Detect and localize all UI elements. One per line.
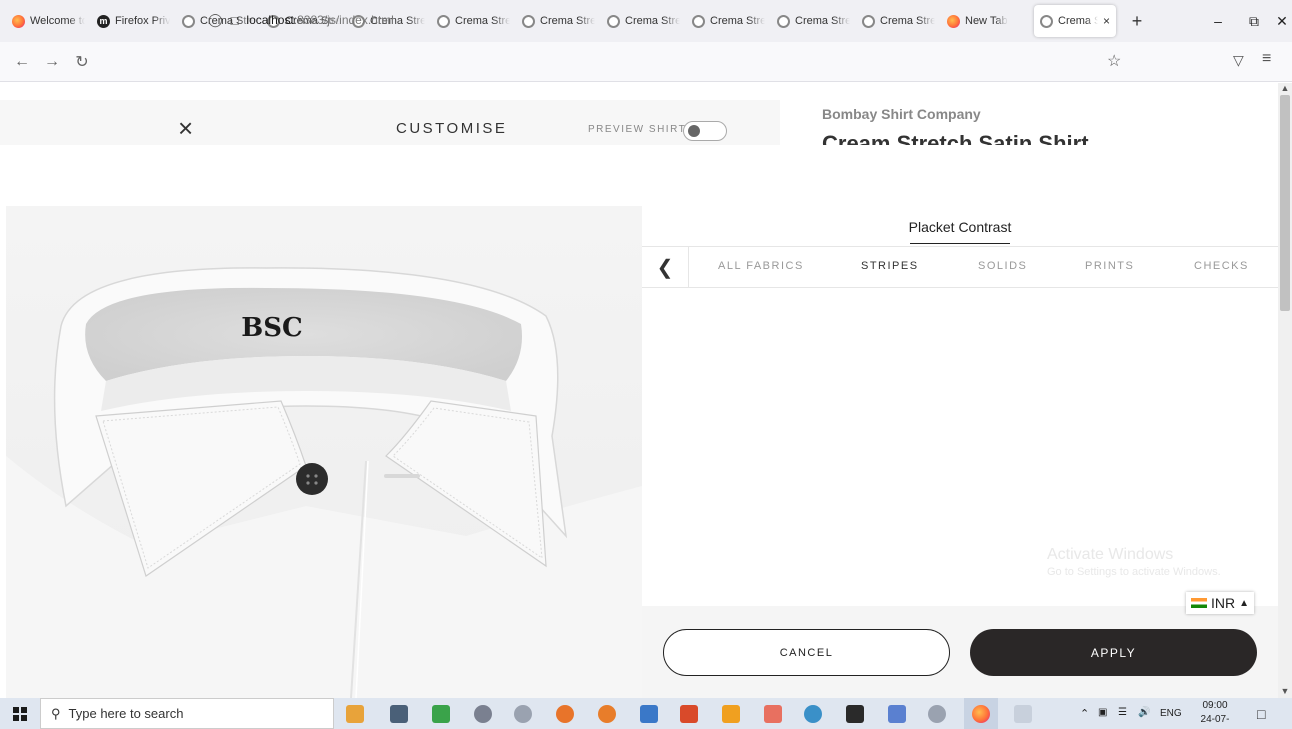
india-flag-icon (1191, 598, 1207, 608)
tab-all-fabrics[interactable]: ALL FABRICS (718, 260, 804, 272)
pocket-icon[interactable]: ▽ (1233, 52, 1244, 69)
tab-prints[interactable]: PRINTS (1085, 260, 1134, 272)
toggle-knob (688, 125, 700, 137)
tab-stripes[interactable]: STRIPES (861, 260, 919, 272)
eclipse-icon[interactable] (598, 705, 616, 723)
shirt-image: BSC (6, 206, 642, 698)
tray-chevron-icon[interactable]: ⌃ (1080, 707, 1089, 720)
brave-icon[interactable] (680, 705, 698, 723)
browser-tab[interactable]: Welcome to (6, 5, 91, 37)
shirt-preview: BSC (6, 206, 642, 698)
url-host: localhost (246, 13, 294, 27)
shield-icon: ◯ (208, 12, 223, 27)
crema-icon (182, 14, 195, 28)
volume-icon[interactable]: 🔊 (1138, 707, 1150, 718)
nav-bar: ← → ↻ (0, 42, 1292, 82)
clock-time: 09:00 (1202, 700, 1228, 711)
page-content: × CUSTOMISE PREVIEW SHIRT Bombay Shirt C… (0, 83, 1278, 698)
spreadsheet-icon[interactable] (432, 705, 450, 723)
ide-icon[interactable] (804, 705, 822, 723)
firefox-taskbar-icon[interactable] (972, 705, 990, 723)
network-app-icon[interactable] (514, 705, 532, 723)
customise-panel: Placket Contrast ❮ ALL FABRICS STRIPES S… (642, 206, 1278, 698)
battery-icon[interactable]: ▣ (1098, 707, 1107, 718)
tab-checks[interactable]: CHECKS (1194, 260, 1249, 272)
sublime-icon[interactable] (722, 705, 740, 723)
reload-icon[interactable]: ↻ (70, 52, 94, 72)
bookmark-star-icon[interactable]: ☆ (1107, 51, 1121, 71)
collar-label: BSC (241, 313, 302, 343)
firefox-icon (12, 14, 25, 28)
panel-title: Placket Contrast (908, 219, 1012, 235)
preview-shirt-label: PREVIEW SHIRT (588, 124, 687, 135)
close-icon[interactable]: × (178, 113, 193, 144)
back-chevron-icon[interactable]: ❮ (642, 247, 689, 287)
chrome-icon[interactable] (556, 705, 574, 723)
forward-arrow-icon[interactable]: → (40, 53, 64, 71)
back-arrow-icon[interactable]: ← (10, 53, 34, 71)
docs-icon[interactable] (888, 705, 906, 723)
app-icon[interactable] (474, 705, 492, 723)
customise-title: CUSTOMISE (396, 120, 508, 137)
pycharm-icon[interactable] (846, 705, 864, 723)
url-path: :8383/js/index.html (293, 13, 394, 27)
preview-shirt-toggle[interactable] (683, 121, 727, 141)
apply-button[interactable]: APPLY (970, 629, 1257, 676)
brand-name: Bombay Shirt Company (822, 106, 981, 122)
window-close-icon[interactable]: ✕ (1262, 0, 1292, 42)
currency-code: INR (1211, 595, 1236, 611)
chevron-up-icon: ▲ (1239, 597, 1250, 609)
browser-tab[interactable]: m Firefox Priv (91, 5, 176, 37)
m-icon: m (97, 14, 110, 28)
network-tool-icon[interactable] (928, 705, 946, 723)
notification-icon[interactable]: □ (1257, 706, 1265, 722)
tab-solids[interactable]: SOLIDS (978, 260, 1027, 272)
file-explorer-icon[interactable] (346, 705, 364, 723)
scroll-thumb[interactable] (1280, 95, 1290, 311)
product-title: Cream Stretch Satin Shirt (822, 133, 1089, 145)
customise-header (0, 100, 780, 145)
action-bar: CANCEL APPLY (642, 606, 1278, 698)
wifi-icon[interactable]: ☰ (1118, 707, 1127, 718)
calculator-icon[interactable] (390, 705, 408, 723)
xampp-icon[interactable] (764, 705, 782, 723)
windows-start-icon[interactable] (0, 698, 40, 729)
menu-icon[interactable]: ≡ (1262, 50, 1271, 68)
taskbar-search[interactable]: ⚲ Type here to search (40, 698, 334, 729)
fabric-tabs: ❮ ALL FABRICS STRIPES SOLIDS PRINTS CHEC… (642, 246, 1278, 288)
title-underline (910, 243, 1010, 244)
product-title-clip: Cream Stretch Satin Shirt (822, 133, 1152, 145)
language-indicator[interactable]: ENG (1160, 708, 1182, 719)
currency-selector[interactable]: INR ▲ (1186, 592, 1255, 614)
cancel-button[interactable]: CANCEL (663, 629, 950, 676)
url-bar[interactable]: ◯ □ localhost:8383/js/index.html (200, 6, 1160, 34)
search-placeholder: Type here to search (68, 706, 184, 721)
page-scrollbar[interactable]: ▲ ▼ (1278, 83, 1292, 698)
git-icon[interactable] (640, 705, 658, 723)
search-icon: ⚲ (51, 705, 61, 721)
minimize-icon[interactable]: – (1198, 0, 1238, 42)
clock-date: 24-07-2021 (1200, 714, 1230, 729)
window-app-icon[interactable] (1014, 705, 1032, 723)
system-clock[interactable]: 09:00 24-07-2021 (1190, 699, 1240, 729)
page-icon: □ (230, 12, 239, 28)
scroll-up-icon[interactable]: ▲ (1278, 83, 1292, 93)
scroll-down-icon[interactable]: ▼ (1278, 686, 1292, 696)
